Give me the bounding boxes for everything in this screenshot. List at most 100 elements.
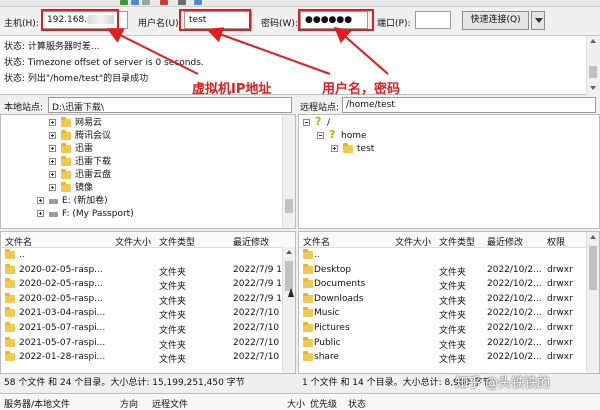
file-type: 文件夹: [439, 326, 467, 336]
folder-icon: [5, 278, 15, 289]
local-path-input[interactable]: D:\迅雷下载\: [48, 97, 292, 113]
file-name: 2020-02-05-rasp...: [19, 293, 103, 304]
file-name: 2021-03-04-raspi...: [19, 308, 106, 319]
file-row[interactable]: 2021-05-07-raspi... 文件夹 2022/7/10: [1, 336, 295, 351]
file-row[interactable]: ..: [299, 248, 599, 262]
expand-icon: [37, 210, 44, 217]
col-local-file[interactable]: 服务器/本地文件: [4, 397, 70, 410]
file-row[interactable]: Documents 文件夹 2022/10/2... drwxr: [299, 277, 599, 292]
file-row[interactable]: Desktop 文件夹 2022/10/2... drwxr: [299, 263, 599, 278]
file-row[interactable]: 2020-02-05-rasp... 文件夹 2022/7/9 1: [1, 292, 295, 307]
folder-icon: [61, 182, 71, 192]
scroll-thumb[interactable]: [285, 261, 293, 291]
file-perm: drwxr: [547, 308, 573, 319]
scroll-up-icon[interactable]: [286, 250, 292, 254]
watermark: 知乎 @头铁铁的: [455, 376, 551, 391]
local-tree-scrollbar[interactable]: [282, 115, 295, 228]
remote-file-list[interactable]: 文件名 文件大小 文件类型 最近修改 权限 .. Desktop 文件夹 2022/1…: [298, 231, 600, 374]
arrow-to-password: [333, 26, 389, 75]
file-modified: 2022/10/2...: [487, 323, 542, 333]
file-type: 文件夹: [159, 311, 187, 322]
col-modified[interactable]: 最近修改: [487, 235, 523, 248]
scroll-thumb[interactable]: [285, 199, 293, 213]
folder-icon: [5, 263, 15, 274]
file-modified: 2022/10/2...: [487, 279, 542, 290]
file-name: 2020-02-05-rasp...: [19, 264, 103, 275]
file-modified: 2022/10/2...: [487, 337, 542, 348]
col-size[interactable]: 文件大小: [115, 235, 151, 248]
local-file-list[interactable]: 文件名 文件大小 文件类型 最近修改 .. 2020-02-05-rasp... 文…: [0, 231, 296, 374]
unknown-folder-icon: ?: [329, 128, 336, 141]
col-size[interactable]: 文件大小: [395, 235, 431, 248]
file-row[interactable]: 2022-01-28-raspi... 文件夹 2022/7/10: [1, 350, 295, 365]
expand-icon: [49, 145, 56, 152]
col-filename[interactable]: 文件名: [303, 235, 330, 248]
file-type: 文件夹: [159, 326, 187, 336]
arrow-to-user: [206, 27, 331, 75]
file-modified: 2022/7/10: [233, 308, 280, 319]
expand-icon: [37, 197, 44, 204]
remote-list-scrollbar[interactable]: [586, 232, 599, 373]
file-modified: 2022/10/2...: [487, 352, 542, 363]
col-priority[interactable]: 优先级: [310, 397, 337, 410]
col-type[interactable]: 文件类型: [439, 235, 475, 248]
file-modified: 2022/10/2...: [487, 308, 542, 319]
file-row[interactable]: Downloads 文件夹 2022/10/2... drwxr: [299, 292, 599, 307]
expand-icon: [49, 171, 56, 178]
folder-icon: [303, 336, 313, 347]
folder-icon: [5, 336, 15, 347]
file-row[interactable]: Pictures 文件夹 2022/10/2... drwxr: [299, 321, 599, 336]
file-row[interactable]: 2020-02-05-rasp... 文件夹 2022/7/9 1: [1, 277, 295, 292]
arrow-to-host: [106, 28, 199, 75]
file-name: 2021-05-07-raspi...: [19, 323, 106, 333]
remote-tree[interactable]: ? / ? home test: [298, 114, 600, 229]
file-perm: drwxr: [547, 352, 573, 363]
col-modified[interactable]: 最近修改: [233, 235, 269, 248]
folder-icon: [5, 249, 15, 259]
file-perm: drwxr: [547, 337, 573, 348]
folder-icon: [61, 130, 71, 140]
collapse-icon: [317, 132, 324, 139]
drive-icon: [49, 212, 58, 217]
col-status[interactable]: 状态: [348, 397, 366, 410]
file-perm: drwxr: [547, 264, 573, 275]
scroll-up-icon[interactable]: [590, 235, 596, 239]
file-name: ..: [314, 250, 320, 260]
scroll-thumb[interactable]: [589, 246, 597, 290]
folder-icon: [303, 307, 313, 318]
file-type: 文件夹: [439, 311, 467, 322]
file-row[interactable]: ..: [1, 248, 295, 262]
local-path-bar: 本地站点: D:\迅雷下载\: [0, 97, 296, 113]
folder-icon: [61, 156, 71, 166]
col-direction[interactable]: 方向: [120, 397, 138, 410]
local-list-scrollbar[interactable]: [282, 247, 295, 373]
file-row[interactable]: share 文件夹 2022/10/2... drwxr: [299, 350, 599, 365]
file-row[interactable]: Music 文件夹 2022/10/2... drwxr: [299, 306, 599, 322]
col-permissions[interactable]: 权限: [547, 235, 565, 248]
remote-path-bar: 远程站点: /home/test: [298, 97, 600, 113]
col-type[interactable]: 文件类型: [159, 235, 195, 248]
col-filename[interactable]: 文件名: [5, 235, 32, 248]
file-type: 文件夹: [439, 340, 467, 351]
file-row[interactable]: 2020-02-05-rasp... 文件夹 2022/7/9 1: [1, 263, 295, 278]
file-row[interactable]: 2021-05-07-raspi... 文件夹 2022/7/10: [1, 321, 295, 336]
annotation-user: 用户名，密码: [322, 82, 401, 97]
local-tree[interactable]: 网易云 腾讯会议 迅雷 迅雷下载 迅雷云盘 镜像 E: (新加卷) F: (My…: [0, 114, 296, 229]
folder-icon: [303, 351, 313, 362]
file-modified: 2022/7/9 1: [233, 293, 281, 304]
file-row[interactable]: 2021-03-04-raspi... 文件夹 2022/7/10: [1, 306, 295, 322]
expand-icon: [331, 145, 338, 152]
local-list-header: 文件名 文件大小 文件类型 最近修改: [1, 232, 295, 248]
file-type: 文件夹: [439, 296, 467, 307]
folder-icon: [303, 278, 313, 289]
file-name: Downloads: [314, 293, 364, 304]
col-remote-file[interactable]: 远程文件: [152, 397, 188, 410]
file-name: ..: [19, 250, 25, 260]
remote-path-input[interactable]: /home/test: [342, 97, 596, 113]
file-name: Public: [314, 337, 341, 348]
annotation-host: 虚拟机IP地址: [192, 82, 272, 97]
folder-icon: [303, 249, 313, 259]
file-row[interactable]: Public 文件夹 2022/10/2... drwxr: [299, 336, 599, 351]
file-modified: 2022/10/2...: [487, 264, 542, 275]
col-size[interactable]: 大小: [287, 397, 305, 410]
